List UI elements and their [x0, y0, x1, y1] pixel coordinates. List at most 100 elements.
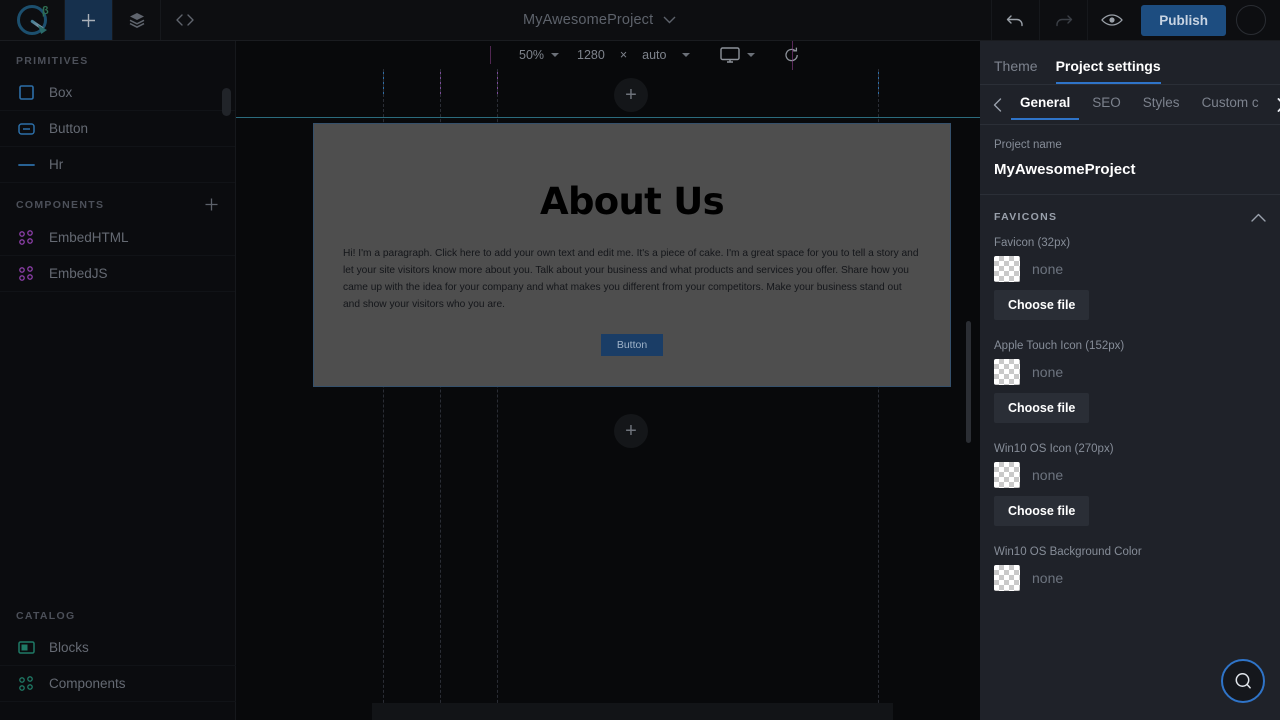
zoom-select[interactable]: 50% — [501, 48, 577, 62]
size-separator: × — [619, 48, 628, 62]
top-bar-actions: Publish — [991, 0, 1280, 40]
redo-button[interactable] — [1039, 0, 1087, 40]
undo-icon — [1007, 15, 1023, 27]
canvas-scrollbar[interactable] — [966, 321, 971, 443]
components-title: COMPONENTS — [16, 198, 105, 211]
chat-bubble-icon — [1235, 673, 1251, 689]
help-chat-button[interactable] — [1221, 659, 1265, 703]
favicon-32-row: Favicon (32px) none Choose file — [980, 233, 1280, 336]
catalog-title: CATALOG — [16, 610, 76, 622]
refresh-button[interactable] — [783, 41, 801, 70]
favicon-value: none — [1032, 364, 1064, 380]
hr-icon — [16, 163, 36, 167]
sidebar-item-label: EmbedHTML — [49, 230, 129, 245]
tab-project-settings[interactable]: Project settings — [1055, 58, 1161, 84]
sidebar-item-embedjs[interactable]: EmbedJS — [0, 256, 235, 292]
bgcolor-swatch[interactable] — [994, 565, 1020, 591]
chevron-up-icon — [1251, 213, 1266, 222]
subtab-general[interactable]: General — [1011, 89, 1080, 120]
add-component-button[interactable] — [204, 197, 219, 212]
plus-icon — [82, 13, 95, 27]
left-sidebar: PRIMITIVES Box Button Hr COMPONENTS Embe… — [0, 41, 236, 720]
code-button[interactable] — [160, 0, 208, 40]
project-title: MyAwesomeProject — [522, 12, 654, 28]
molecule-icon — [16, 229, 36, 246]
chevron-down-icon — [663, 16, 676, 24]
chevron-down-icon — [681, 53, 690, 57]
publish-button[interactable]: Publish — [1141, 4, 1226, 36]
sidebar-item-button[interactable]: Button — [0, 111, 235, 147]
sidebar-item-hr[interactable]: Hr — [0, 147, 235, 183]
canvas-next-section[interactable] — [372, 703, 893, 720]
favicons-accordion-header[interactable]: FAVICONS — [980, 195, 1280, 233]
favicon-label: Win10 OS Icon (270px) — [994, 443, 1114, 455]
project-title-area[interactable]: MyAwesomeProject — [208, 0, 991, 40]
favicon-value: none — [1032, 261, 1064, 277]
favicon-label: Favicon (32px) — [994, 237, 1071, 249]
section-heading: About Us — [540, 180, 725, 223]
drop-indicator — [236, 117, 980, 118]
beta-badge: β — [42, 5, 49, 17]
favicon-swatch[interactable] — [994, 462, 1020, 488]
plus-icon — [205, 198, 218, 211]
sidebar-item-label: Box — [49, 85, 73, 100]
canvas-toolbar: 50% 1280 × auto — [236, 41, 980, 70]
choose-file-button[interactable]: Choose file — [994, 496, 1090, 526]
app-logo[interactable]: β — [0, 0, 64, 40]
sidebar-item-label: Hr — [49, 157, 64, 172]
device-select[interactable] — [719, 47, 755, 63]
sidebar-item-label: Button — [49, 121, 89, 136]
choose-file-button[interactable]: Choose file — [994, 290, 1090, 320]
project-name-field[interactable]: Project name MyAwesomeProject — [980, 125, 1280, 195]
layers-button[interactable] — [112, 0, 160, 40]
canvas-size-controls[interactable]: 1280 × auto — [577, 48, 690, 62]
canvas-area[interactable]: 50% 1280 × auto + About Us Hi! I'm a par… — [236, 41, 980, 720]
canvas-section-about[interactable]: About Us Hi! I'm a paragraph. Click here… — [313, 123, 951, 387]
sidebar-scrollbar[interactable] — [222, 88, 231, 116]
panel-subtabs: General SEO Styles Custom c — [980, 85, 1280, 125]
favicons-title: FAVICONS — [994, 211, 1058, 223]
favicon-swatch[interactable] — [994, 359, 1020, 385]
sidebar-item-box[interactable]: Box — [0, 75, 235, 111]
box-icon — [16, 85, 36, 100]
section-cta-button[interactable]: Button — [600, 333, 664, 356]
subtab-styles[interactable]: Styles — [1134, 89, 1189, 120]
sidebar-item-label: EmbedJS — [49, 266, 108, 281]
subtabs-next-icon[interactable] — [1272, 97, 1280, 112]
sidebar-item-components-catalog[interactable]: Components — [0, 666, 236, 702]
components-header: COMPONENTS — [0, 183, 235, 220]
add-section-bottom-button[interactable]: + — [614, 414, 648, 448]
top-bar: β MyAwesomeProject Publish — [0, 0, 1280, 41]
project-name-label: Project name — [994, 139, 1062, 151]
section-paragraph: Hi! I'm a paragraph. Click here to add y… — [343, 248, 919, 311]
undo-button[interactable] — [991, 0, 1039, 40]
bgcolor-value: none — [1032, 570, 1064, 586]
favicon-swatch[interactable] — [994, 256, 1020, 282]
toolbar-divider — [490, 46, 491, 64]
zoom-value: 50% — [519, 48, 545, 62]
sidebar-item-blocks[interactable]: Blocks — [0, 630, 236, 666]
chevron-down-icon — [746, 53, 755, 57]
win10-icon-row: Win10 OS Icon (270px) none Choose file — [980, 439, 1280, 542]
sidebar-item-embedhtml[interactable]: EmbedHTML — [0, 220, 235, 256]
preview-button[interactable] — [1087, 0, 1135, 40]
code-icon — [175, 14, 194, 26]
canvas-width-value: 1280 — [577, 48, 605, 62]
sidebar-item-label: Blocks — [49, 640, 89, 655]
favicon-label: Apple Touch Icon (152px) — [994, 340, 1125, 352]
subtabs-prev-icon[interactable] — [988, 97, 1007, 112]
add-element-button[interactable] — [64, 0, 112, 40]
choose-file-button[interactable]: Choose file — [994, 393, 1090, 423]
add-section-top-button[interactable]: + — [614, 78, 648, 112]
blocks-icon — [16, 641, 36, 654]
panel-tabs: Theme Project settings — [980, 41, 1280, 85]
catalog-section: CATALOG Blocks Components — [0, 596, 236, 702]
subtab-seo[interactable]: SEO — [1083, 89, 1130, 120]
layers-icon — [129, 13, 144, 28]
eye-icon — [1100, 14, 1123, 26]
user-avatar[interactable] — [1236, 5, 1266, 35]
subtab-custom-code[interactable]: Custom c — [1193, 89, 1268, 120]
tab-theme[interactable]: Theme — [994, 58, 1038, 84]
apple-touch-icon-row: Apple Touch Icon (152px) none Choose fil… — [980, 336, 1280, 439]
primitives-title: PRIMITIVES — [16, 55, 89, 67]
